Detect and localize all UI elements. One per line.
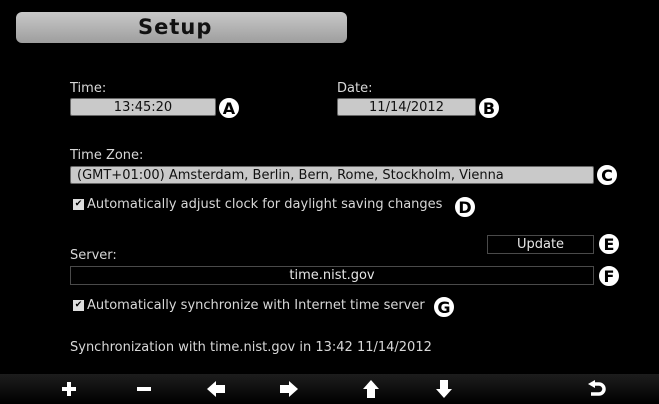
page-title: Setup [16, 12, 347, 43]
minus-icon [137, 387, 151, 391]
minus-button[interactable] [124, 374, 164, 404]
arrow-right-icon [280, 381, 298, 397]
arrow-up-icon [363, 380, 379, 398]
callout-badge-c: C [596, 164, 618, 186]
left-button[interactable] [196, 374, 236, 404]
timezone-select[interactable]: (GMT+01:00) Amsterdam, Berlin, Bern, Rom… [70, 166, 594, 184]
callout-badge-b: B [478, 97, 500, 119]
right-button[interactable] [269, 374, 309, 404]
dst-checkbox-row[interactable]: ✔ Automatically adjust clock for dayligh… [73, 197, 442, 212]
checkbox-checked-icon[interactable]: ✔ [73, 300, 84, 311]
update-button[interactable]: Update [487, 235, 594, 254]
arrow-down-icon [436, 380, 452, 398]
checkbox-checked-icon[interactable]: ✔ [73, 199, 84, 210]
callout-badge-g: G [433, 296, 455, 318]
arrow-left-icon [207, 381, 225, 397]
return-button[interactable] [577, 374, 617, 404]
time-field[interactable]: 13:45:20 [70, 98, 216, 116]
bottom-toolbar [0, 374, 659, 404]
callout-badge-d: D [454, 196, 476, 218]
sync-status-text: Synchronization with time.nist.gov in 13… [70, 340, 432, 355]
time-label: Time: [70, 81, 107, 96]
server-field[interactable]: time.nist.gov [70, 266, 594, 285]
date-label: Date: [337, 81, 373, 96]
return-icon [588, 380, 606, 396]
callout-badge-f: F [598, 265, 620, 287]
dst-checkbox-label: Automatically adjust clock for daylight … [87, 197, 443, 212]
plus-icon [62, 382, 76, 396]
plus-button[interactable] [49, 374, 89, 404]
callout-badge-a: A [218, 97, 240, 119]
date-field[interactable]: 11/14/2012 [337, 98, 476, 116]
sync-checkbox-label: Automatically synchronize with Internet … [87, 298, 425, 313]
server-label: Server: [70, 248, 117, 263]
callout-badge-e: E [598, 233, 620, 255]
down-button[interactable] [424, 374, 464, 404]
setup-panel [6, 4, 653, 371]
timezone-label: Time Zone: [70, 148, 144, 163]
sync-checkbox-row[interactable]: ✔ Automatically synchronize with Interne… [73, 298, 425, 313]
up-button[interactable] [351, 374, 391, 404]
